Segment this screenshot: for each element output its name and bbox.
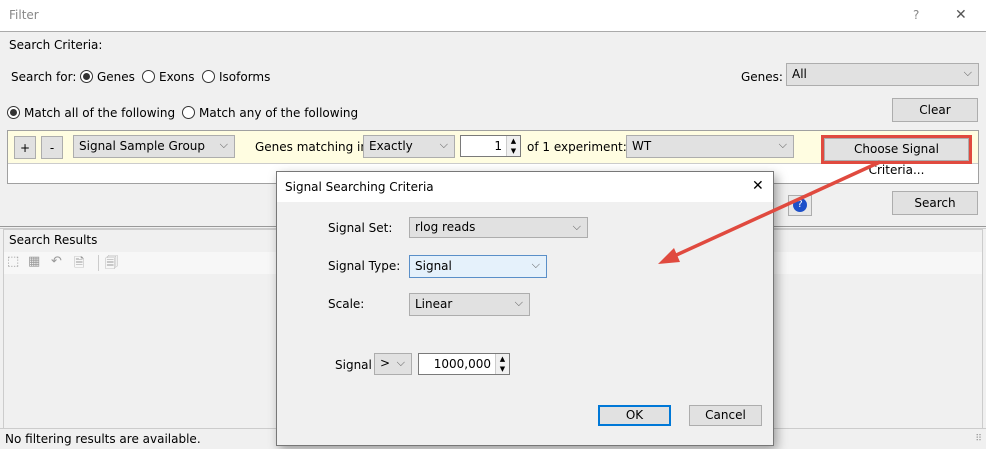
table-icon[interactable]: ▦	[28, 254, 40, 269]
radio-exons[interactable]: Exons	[142, 70, 195, 84]
resize-grip-icon[interactable]: ⠿	[975, 434, 982, 444]
export-icon[interactable]: 🗐	[105, 254, 118, 276]
dialog-close-button[interactable]: ✕	[752, 178, 764, 194]
clear-button[interactable]: Clear	[892, 98, 978, 122]
toolbar-divider	[98, 255, 99, 271]
chevron-down-icon: ⌵	[219, 138, 228, 151]
choose-signal-criteria-button[interactable]: Choose Signal Criteria...	[824, 138, 969, 177]
signal-criteria-dialog: Signal Searching Criteria ✕ Signal Set: …	[276, 171, 774, 446]
radio-label: Match all of the following	[24, 106, 176, 120]
signal-label: Signal	[335, 358, 372, 372]
radio-isoforms[interactable]: Isoforms	[202, 70, 270, 84]
signal-type-select[interactable]: Signal ⌵	[409, 255, 547, 278]
spin-arrows-icon[interactable]: ▲ ▼	[495, 354, 509, 374]
undo-icon[interactable]: ↶	[51, 254, 62, 269]
signal-set-select[interactable]: rlog reads ⌵	[409, 217, 588, 238]
signal-set-value: rlog reads	[415, 220, 476, 234]
select-icon[interactable]: ⬚	[7, 254, 19, 269]
mode-value: Exactly	[369, 139, 413, 153]
dialog-title-bar: Signal Searching Criteria ✕	[277, 172, 773, 202]
chevron-down-icon: ⌵	[572, 220, 581, 233]
count-value: 1	[494, 139, 502, 153]
chevron-down-icon: ⌵	[963, 66, 972, 79]
window-title: Filter	[9, 8, 39, 22]
add-criterion-button[interactable]: +	[14, 136, 36, 159]
field-select[interactable]: Signal Sample Group ⌵	[73, 135, 235, 158]
genes-select[interactable]: All ⌵	[786, 63, 979, 86]
chevron-down-icon: ⌵	[778, 138, 787, 151]
ok-button[interactable]: OK	[598, 405, 671, 426]
scale-select[interactable]: Linear ⌵	[409, 293, 530, 316]
experiment-select[interactable]: WT ⌵	[626, 135, 794, 158]
search-criteria-heading: Search Criteria:	[9, 38, 103, 52]
signal-set-label: Signal Set:	[328, 221, 393, 235]
remove-criterion-button[interactable]: -	[41, 136, 63, 159]
mode-select[interactable]: Exactly ⌵	[363, 135, 455, 158]
genes-label: Genes:	[741, 70, 783, 84]
operator-select[interactable]: > ⌵	[374, 353, 412, 375]
spin-arrows-icon[interactable]: ▲ ▼	[506, 136, 520, 156]
search-button[interactable]: Search	[892, 191, 978, 215]
radio-match-all[interactable]: Match all of the following	[7, 106, 175, 120]
of-experiment-label: of 1 experiment:	[527, 140, 627, 154]
genes-value: All	[792, 67, 807, 81]
radio-indicator	[7, 106, 20, 119]
signal-type-label: Signal Type:	[328, 259, 401, 273]
chevron-down-icon: ⌵	[396, 356, 405, 369]
signal-type-value: Signal	[415, 259, 452, 273]
experiment-value: WT	[632, 139, 652, 153]
radio-label: Isoforms	[219, 70, 271, 84]
scale-label: Scale:	[328, 297, 365, 311]
chevron-down-icon: ⌵	[531, 258, 540, 271]
new-document-icon[interactable]: 🗎	[74, 254, 84, 276]
signal-value-stepper[interactable]: 1000,000 ▲ ▼	[418, 353, 510, 375]
radio-label: Exons	[159, 70, 195, 84]
dialog-title: Signal Searching Criteria	[285, 180, 434, 194]
help-button[interactable]: ?	[913, 8, 919, 22]
cancel-button[interactable]: Cancel	[689, 405, 762, 426]
radio-indicator	[202, 70, 215, 83]
radio-genes[interactable]: Genes	[80, 70, 135, 84]
operator-value: >	[380, 356, 391, 370]
results-heading: Search Results	[9, 233, 98, 247]
close-button[interactable]: ✕	[955, 7, 967, 23]
radio-label: Genes	[97, 70, 135, 84]
chevron-down-icon: ⌵	[439, 138, 448, 151]
signal-value: 1000,000	[433, 357, 491, 371]
scale-value: Linear	[415, 297, 453, 311]
radio-label: Match any of the following	[199, 106, 359, 120]
count-stepper[interactable]: 1 ▲ ▼	[460, 135, 521, 157]
title-bar: Filter ? ✕	[0, 0, 986, 32]
field-value: Signal Sample Group	[79, 139, 206, 153]
matching-label: Genes matching in	[255, 140, 368, 154]
status-text: No filtering results are available.	[5, 432, 201, 446]
radio-indicator	[80, 70, 93, 83]
radio-indicator	[182, 106, 195, 119]
radio-match-any[interactable]: Match any of the following	[182, 106, 358, 120]
radio-indicator	[142, 70, 155, 83]
search-for-label: Search for:	[11, 70, 77, 84]
help-icon[interactable]: ?	[788, 195, 812, 216]
chevron-down-icon: ⌵	[514, 296, 523, 309]
